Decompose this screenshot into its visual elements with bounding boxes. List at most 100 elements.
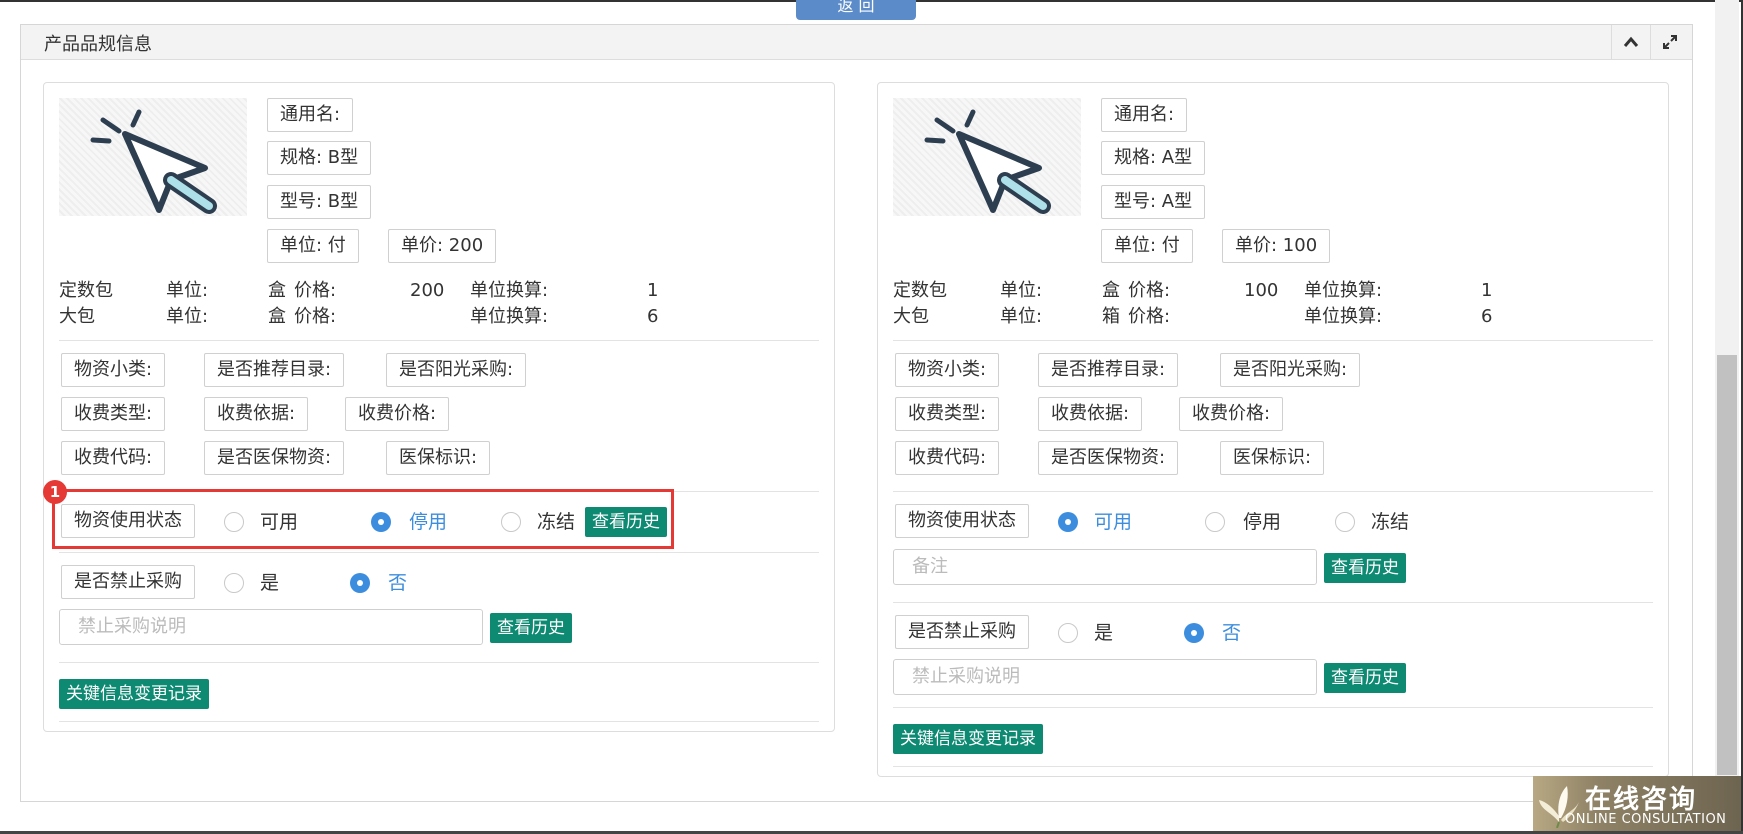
status-option-label: 可用: [1094, 511, 1133, 533]
model-tag: 型号: A型: [1101, 185, 1206, 219]
charge-price-tag: 收费价格:: [1179, 397, 1284, 431]
cursor-icon: [90, 109, 217, 214]
divider: [59, 552, 819, 553]
package-conv: 1: [1481, 280, 1493, 301]
divider: [59, 340, 819, 341]
package-unit-label: 单位:: [166, 280, 209, 301]
vertical-scrollbar[interactable]: [1715, 0, 1739, 834]
package-price-label: 价格:: [1128, 280, 1171, 301]
package-price: 100: [1244, 280, 1279, 301]
ban-purchase-label: 是否禁止采购: [895, 615, 1029, 649]
ban-history-button[interactable]: 查看历史: [1324, 663, 1406, 693]
expand-button[interactable]: [1650, 25, 1689, 59]
unit-price-tag: 单价: 200: [388, 229, 497, 263]
charge-code-tag: 收费代码:: [61, 441, 166, 475]
status-option-label: 停用: [1243, 511, 1282, 533]
package-conv: 6: [647, 306, 659, 327]
unit-tag: 单位: 付: [1101, 229, 1193, 263]
consult-title: 在线咨询: [1585, 785, 1698, 815]
spec-tag: 规格: A型: [1101, 141, 1206, 175]
package-unit: 盒: [268, 306, 286, 327]
ban-reason-input[interactable]: 禁止采购说明: [59, 609, 483, 645]
recommended-tag: 是否推荐目录:: [204, 353, 345, 387]
ban-option-label: 是: [260, 572, 280, 594]
package-price-label: 价格:: [294, 280, 337, 301]
package-unit-label: 单位:: [1000, 280, 1043, 301]
package-price: 200: [410, 280, 445, 301]
divider: [893, 602, 1653, 603]
package-unit: 箱: [1102, 306, 1120, 327]
charge-basis-tag: 收费依据:: [204, 397, 309, 431]
product-spec-panel: 产品品规信息 通用名: 规格: B型 型号: B型 单位: 付 单价: 200: [20, 24, 1693, 802]
charge-type-tag: 收费类型:: [895, 397, 1000, 431]
divider: [59, 721, 819, 722]
common-name-tag: 通用名:: [267, 98, 354, 132]
package-name: 定数包: [893, 280, 947, 301]
package-name: 大包: [893, 306, 929, 327]
status-radio-frozen[interactable]: [1335, 512, 1355, 532]
package-unit: 盒: [268, 280, 286, 301]
collapse-button[interactable]: [1611, 25, 1650, 59]
sunshine-tag: 是否阳光采购:: [386, 353, 527, 387]
ban-history-button[interactable]: 查看历史: [490, 613, 572, 643]
charge-code-tag: 收费代码:: [895, 441, 1000, 475]
category-tag: 物资小类:: [895, 353, 1000, 387]
package-price-label: 价格:: [1128, 306, 1171, 327]
common-name-tag: 通用名:: [1101, 98, 1188, 132]
ban-option-label: 是: [1094, 622, 1114, 644]
unit-price-tag: 单价: 100: [1222, 229, 1331, 263]
scrollbar-thumb[interactable]: [1717, 355, 1737, 775]
ban-radio-yes[interactable]: [1058, 623, 1078, 643]
charge-price-tag: 收费价格:: [345, 397, 450, 431]
consult-subtitle: ONLINE CONSULTATION: [1565, 812, 1727, 827]
ban-radio-yes[interactable]: [224, 573, 244, 593]
charge-basis-tag: 收费依据:: [1038, 397, 1143, 431]
online-consultation-widget[interactable]: 在线咨询 ONLINE CONSULTATION: [1533, 776, 1743, 834]
status-radio-available[interactable]: [1058, 512, 1078, 532]
usage-status-label: 物资使用状态: [895, 504, 1029, 538]
ban-reason-input[interactable]: 禁止采购说明: [893, 659, 1317, 695]
divider: [59, 662, 819, 663]
annotation-badge: 1: [43, 480, 67, 504]
remark-input[interactable]: 备注: [893, 549, 1317, 585]
status-history-button[interactable]: 查看历史: [1324, 553, 1406, 583]
product-card-a: 通用名: 规格: A型 型号: A型 单位: 付 单价: 100 定数包 单位:…: [877, 82, 1669, 777]
package-conv-label: 单位换算:: [470, 306, 549, 327]
change-log-button[interactable]: 关键信息变更记录: [893, 724, 1043, 754]
divider: [893, 340, 1653, 341]
expand-icon: [1663, 35, 1677, 49]
insurance-mark-tag: 医保标识:: [1220, 441, 1325, 475]
insurance-mark-tag: 医保标识:: [386, 441, 491, 475]
ban-option-label: 否: [388, 572, 408, 594]
product-card-b: 通用名: 规格: B型 型号: B型 单位: 付 单价: 200 定数包 单位:…: [43, 82, 835, 732]
chevron-up-icon: [1623, 36, 1639, 47]
ban-radio-no[interactable]: [1184, 623, 1204, 643]
status-option-label: 冻结: [1371, 511, 1410, 533]
panel-title: 产品品规信息: [44, 34, 152, 55]
divider: [893, 707, 1653, 708]
model-tag: 型号: B型: [267, 185, 372, 219]
product-image: [893, 98, 1081, 216]
charge-type-tag: 收费类型:: [61, 397, 166, 431]
ban-option-label: 否: [1222, 622, 1242, 644]
package-conv-label: 单位换算:: [470, 280, 549, 301]
change-log-button[interactable]: 关键信息变更记录: [59, 679, 209, 709]
package-conv: 1: [647, 280, 659, 301]
package-conv-label: 单位换算:: [1304, 306, 1383, 327]
cursor-icon: [924, 109, 1051, 214]
insured-tag: 是否医保物资:: [204, 441, 345, 475]
annotation-highlight-box: [52, 489, 674, 549]
package-unit-label: 单位:: [166, 306, 209, 327]
unit-tag: 单位: 付: [267, 229, 359, 263]
recommended-tag: 是否推荐目录:: [1038, 353, 1179, 387]
insured-tag: 是否医保物资:: [1038, 441, 1179, 475]
package-conv: 6: [1481, 306, 1493, 327]
panel-header: 产品品规信息: [21, 25, 1692, 60]
divider: [893, 491, 1653, 492]
category-tag: 物资小类:: [61, 353, 166, 387]
package-name: 定数包: [59, 280, 113, 301]
package-price-label: 价格:: [294, 306, 337, 327]
back-button[interactable]: 返 回: [796, 0, 916, 20]
status-radio-disabled[interactable]: [1205, 512, 1225, 532]
ban-radio-no[interactable]: [350, 573, 370, 593]
